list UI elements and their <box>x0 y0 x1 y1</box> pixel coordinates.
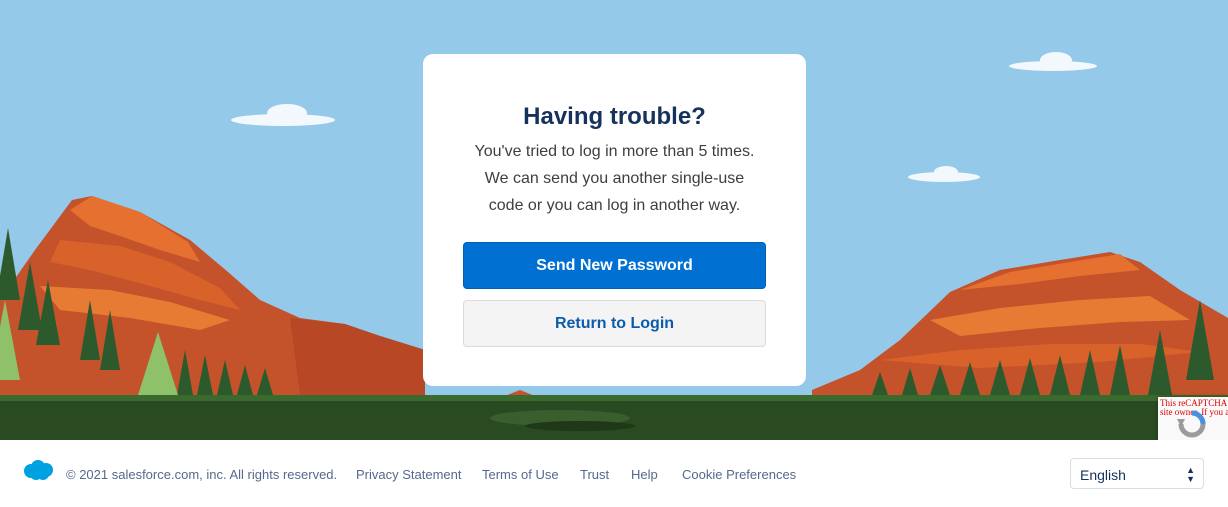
send-new-password-button[interactable]: Send New Password <box>463 242 766 289</box>
trust-link[interactable]: Trust <box>580 467 609 482</box>
recaptcha-badge[interactable]: This reCAPTCHA site owner. If you a <box>1158 397 1228 440</box>
salesforce-cloud-logo-icon <box>24 460 53 480</box>
help-message: You've tried to log in more than 5 times… <box>474 143 755 214</box>
terms-of-use-link[interactable]: Terms of Use <box>482 467 559 482</box>
return-to-login-button[interactable]: Return to Login <box>463 300 766 347</box>
select-arrow-icon: ▲ ▼ <box>1186 465 1195 484</box>
page-title: Having trouble? <box>523 103 706 130</box>
privacy-statement-link[interactable]: Privacy Statement <box>356 467 462 482</box>
help-link[interactable]: Help <box>631 467 658 482</box>
language-selected-value: English <box>1080 467 1126 483</box>
footer: © 2021 salesforce.com, inc. All rights r… <box>0 440 1228 507</box>
language-select[interactable]: English ▲ ▼ <box>1070 458 1204 489</box>
copyright-text: © 2021 salesforce.com, inc. All rights r… <box>66 467 338 482</box>
cookie-preferences-link[interactable]: Cookie Preferences <box>682 467 796 482</box>
recaptcha-logo-icon <box>1177 410 1206 438</box>
login-help-card: Having trouble? You've tried to log in m… <box>423 54 806 386</box>
